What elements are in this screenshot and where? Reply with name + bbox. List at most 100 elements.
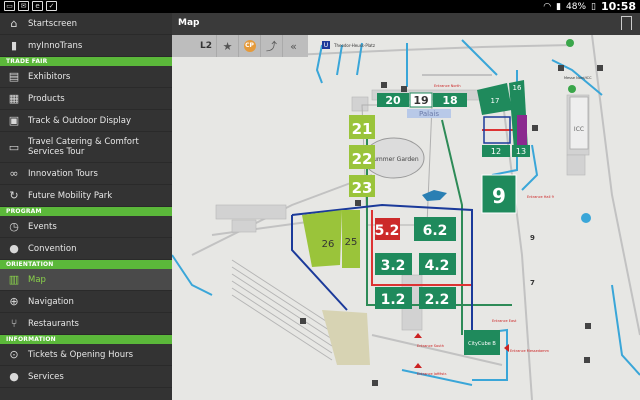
route-button[interactable]: ⤴ (260, 35, 282, 57)
airport-icon (581, 213, 591, 223)
svg-text:9: 9 (492, 184, 506, 208)
icc-label: ICC (574, 126, 584, 133)
parking-icon (381, 82, 387, 88)
sidebar-item-restaurants[interactable]: ⑂ Restaurants (0, 313, 172, 335)
sidebar-item-label: Restaurants (28, 318, 79, 329)
parking-icon (532, 125, 538, 131)
hall-22[interactable]: 22 (349, 145, 375, 169)
hall-21[interactable]: 21 (349, 115, 375, 139)
hall-3-2[interactable]: 3.2 (375, 253, 412, 275)
products-icon: ▦ (8, 92, 20, 105)
map-toolbar: L2 ★ CP ⤴ « (172, 35, 308, 57)
check-icon: ✓ (46, 1, 57, 11)
sidebar-item-label: Exhibitors (28, 71, 71, 82)
sidebar-item-label: Track & Outdoor Display (28, 115, 132, 126)
hall-25[interactable]: 25 (342, 210, 360, 268)
glasses-icon: ∞ (9, 167, 19, 180)
sidebar-item-label: Innovation Tours (28, 168, 98, 179)
hall-5-2[interactable]: 5.2 (375, 218, 400, 240)
svg-text:18: 18 (442, 94, 457, 107)
mobility-icon: ↻ (9, 189, 19, 202)
section-trade-fair: TRADE FAIR (0, 57, 172, 66)
level-indicator[interactable]: L2 (172, 41, 216, 51)
wifi-icon: ◠ (543, 1, 552, 12)
hall-2-2[interactable]: 2.2 (419, 287, 456, 309)
sidebar-item-products[interactable]: ▦ Products (0, 88, 172, 110)
svg-text:25: 25 (345, 237, 358, 248)
collapse-button[interactable]: « (282, 35, 304, 57)
entrance-north-label: Entrance North (434, 84, 461, 88)
navigation-icon: ⊕ (9, 295, 19, 308)
parking-icon (597, 65, 603, 71)
cp-button[interactable]: CP (238, 35, 260, 57)
svg-text:17: 17 (491, 97, 500, 105)
svg-text:26: 26 (322, 239, 335, 250)
sidebar-item-label: Tickets & Opening Hours (28, 349, 134, 360)
favorite-button[interactable]: ★ (216, 35, 238, 57)
sidebar-item-convention[interactable]: ● Convention (0, 238, 172, 260)
sidebar-item-myinnotrans[interactable]: ▮ myInnoTrans (0, 35, 172, 57)
entrance-east-label: Entrance East (492, 319, 517, 323)
sidebar-item-innovation-tours[interactable]: ∞ Innovation Tours (0, 163, 172, 185)
bookmark-icon: ▮ (10, 39, 18, 52)
svg-text:3.2: 3.2 (381, 258, 406, 274)
hall-9[interactable]: 9 (481, 174, 517, 214)
svg-text:4.2: 4.2 (425, 258, 450, 274)
svg-text:16: 16 (513, 84, 522, 92)
sidebar-item-label: Events (28, 221, 57, 232)
sidebar-item-navigation[interactable]: ⊕ Navigation (0, 291, 172, 313)
double-chevron-left-icon: « (290, 39, 297, 53)
notification-icons: ▭ ✉ e ✓ (4, 1, 57, 11)
hall-4-2[interactable]: 4.2 (419, 253, 456, 275)
sidebar-item-map[interactable]: ▥ Map (0, 269, 172, 291)
map-icon: ▥ (8, 273, 20, 286)
city-cube-label: CityCube B (468, 341, 496, 347)
sidebar-item-tickets[interactable]: ⊙ Tickets & Opening Hours (0, 344, 172, 366)
battery-icon: ▯ (591, 1, 596, 12)
sidebar-item-track-outdoor[interactable]: ▣ Track & Outdoor Display (0, 110, 172, 132)
svg-text:2.2: 2.2 (425, 292, 450, 308)
hall-15-purple[interactable] (517, 115, 527, 145)
speech-icon: ● (9, 242, 19, 255)
hall-19[interactable]: 19 (409, 92, 433, 108)
ticket-icon: ⊙ (9, 348, 19, 361)
svg-text:13: 13 (516, 147, 526, 156)
parking-icon (585, 323, 591, 329)
fairground-map[interactable]: Summer Garden 20 19 18 Palais 17 16 12 1… (172, 35, 640, 400)
sidebar-item-exhibitors[interactable]: ▤ Exhibitors (0, 66, 172, 88)
screen-icon: ▭ (4, 1, 15, 11)
clock-icon: ◷ (9, 220, 19, 233)
train-icon: ▣ (8, 114, 20, 127)
entrance-hall9-label: Entrance Hall 9 (527, 195, 554, 199)
sidebar-item-future-mobility[interactable]: ↻ Future Mobility Park (0, 185, 172, 207)
battery-level: 48% (566, 1, 587, 12)
sidebar-item-events[interactable]: ◷ Events (0, 216, 172, 238)
parking-icon (401, 86, 407, 92)
bookmark-add-icon[interactable] (621, 16, 632, 30)
messe-nord-label: Messe Nord/ICC (564, 76, 592, 80)
hall-20[interactable]: 20 (377, 93, 409, 107)
catering-icon: ▭ (8, 140, 20, 154)
hall-6-2[interactable]: 6.2 (414, 217, 456, 241)
entrance-messedamm-label: Entrance Messedamm (510, 349, 550, 353)
svg-text:22: 22 (352, 150, 373, 168)
hall-13[interactable]: 13 (512, 145, 530, 157)
app-icon: e (32, 1, 43, 11)
hall-18[interactable]: 18 (433, 93, 467, 107)
sidebar-item-catering-tour[interactable]: ▭ Travel Catering & Comfort Services Tou… (0, 132, 172, 163)
section-information: INFORMATION (0, 335, 172, 344)
svg-text:20: 20 (385, 94, 401, 107)
parking-icon (355, 200, 361, 206)
sidebar-item-label: Services (28, 371, 64, 382)
hall-23[interactable]: 23 (349, 175, 375, 197)
svg-text:1.2: 1.2 (381, 292, 406, 308)
sidebar-item-startscreen[interactable]: ⌂ Startscreen (0, 13, 172, 35)
hall-12[interactable]: 12 (482, 145, 510, 157)
section-orientation: ORIENTATION (0, 260, 172, 269)
parking-icon (584, 357, 590, 363)
hall-1-2[interactable]: 1.2 (375, 287, 412, 309)
home-icon: ⌂ (10, 17, 18, 30)
icc-building[interactable] (569, 96, 589, 150)
sidebar-item-services[interactable]: ● Services (0, 366, 172, 388)
sidebar-item-label: myInnoTrans (28, 40, 83, 51)
